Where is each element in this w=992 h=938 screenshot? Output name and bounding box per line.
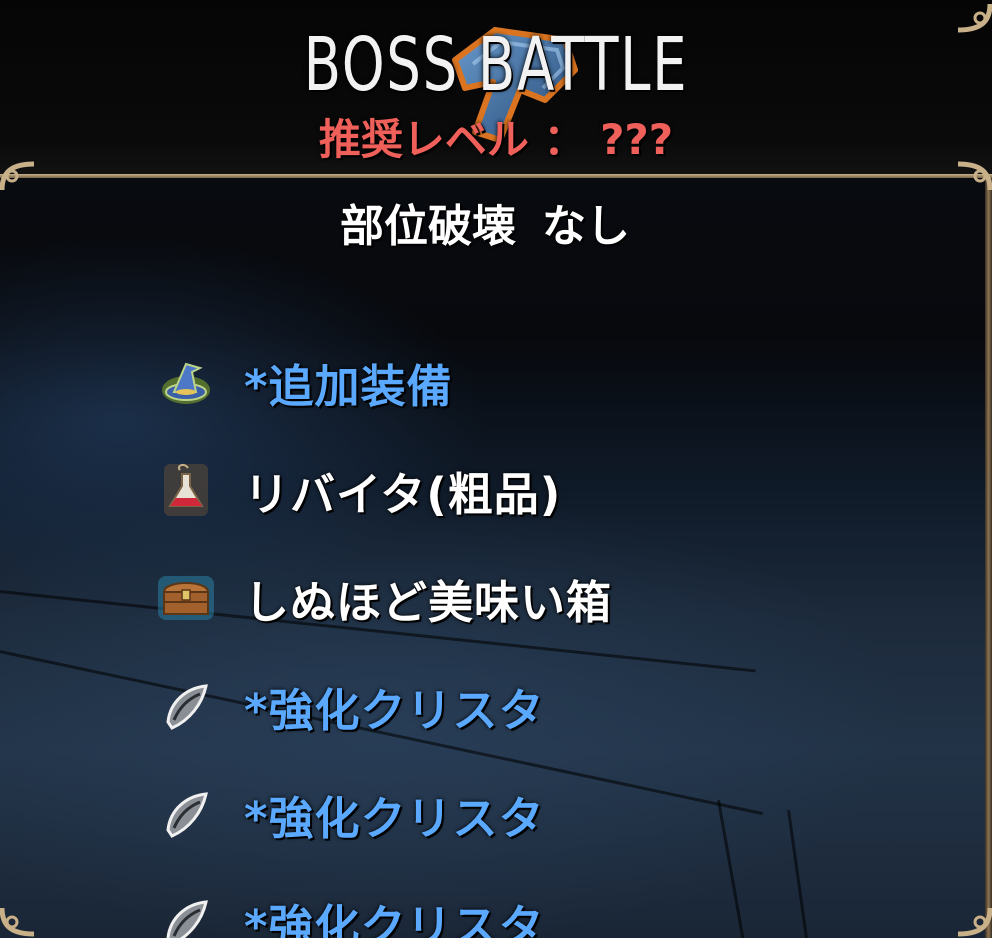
header-divider [0, 174, 992, 178]
reward-label: *追加装備 [244, 359, 453, 413]
crystal-shard-icon [166, 900, 208, 938]
boss-battle-screen: BOSS BATTLE 推奨レベル ： ??? 部位破壊 なし *追加装備 リバ… [0, 0, 992, 938]
floor-line [787, 810, 810, 938]
reward-label: しぬほど美味い箱 [244, 575, 613, 629]
reward-label: リバイタ(粗品) [244, 467, 562, 521]
part-break-info: 部位破壊 なし [0, 190, 970, 254]
recommended-level: 推奨レベル ： ??? [318, 115, 674, 164]
crystal-shard-icon [166, 684, 208, 730]
list-item: *強化クリスタ [156, 868, 612, 938]
list-item: *強化クリスタ [156, 760, 612, 868]
list-item: リバイタ(粗品) [156, 436, 612, 544]
reward-label: *強化クリスタ [244, 899, 545, 938]
list-item: *強化クリスタ [156, 652, 612, 760]
ornament-corner-icon [957, 3, 992, 33]
reward-label: *強化クリスタ [244, 683, 545, 737]
ornament-corner-icon [957, 907, 992, 937]
boss-battle-title: BOSS BATTLE [303, 22, 689, 108]
part-break-value: なし [542, 201, 630, 252]
reward-list: *追加装備 リバイタ(粗品) しぬほど美味い箱 *強化クリスタ *強化クリスタ … [156, 328, 612, 938]
crystal-shard-icon [166, 792, 208, 838]
ornament-corner-icon [957, 161, 992, 191]
potion-flask-icon [164, 463, 208, 516]
ornament-corner-icon [0, 907, 35, 937]
list-item: しぬほど美味い箱 [156, 544, 612, 652]
ornament-corner-icon [0, 161, 35, 191]
list-item: *追加装備 [156, 328, 612, 436]
wizard-hat-icon [162, 362, 210, 404]
floor-line [717, 800, 748, 938]
part-break-label: 部位破壊 [340, 201, 516, 252]
reward-label: *強化クリスタ [244, 791, 545, 845]
treasure-chest-icon [158, 576, 214, 620]
